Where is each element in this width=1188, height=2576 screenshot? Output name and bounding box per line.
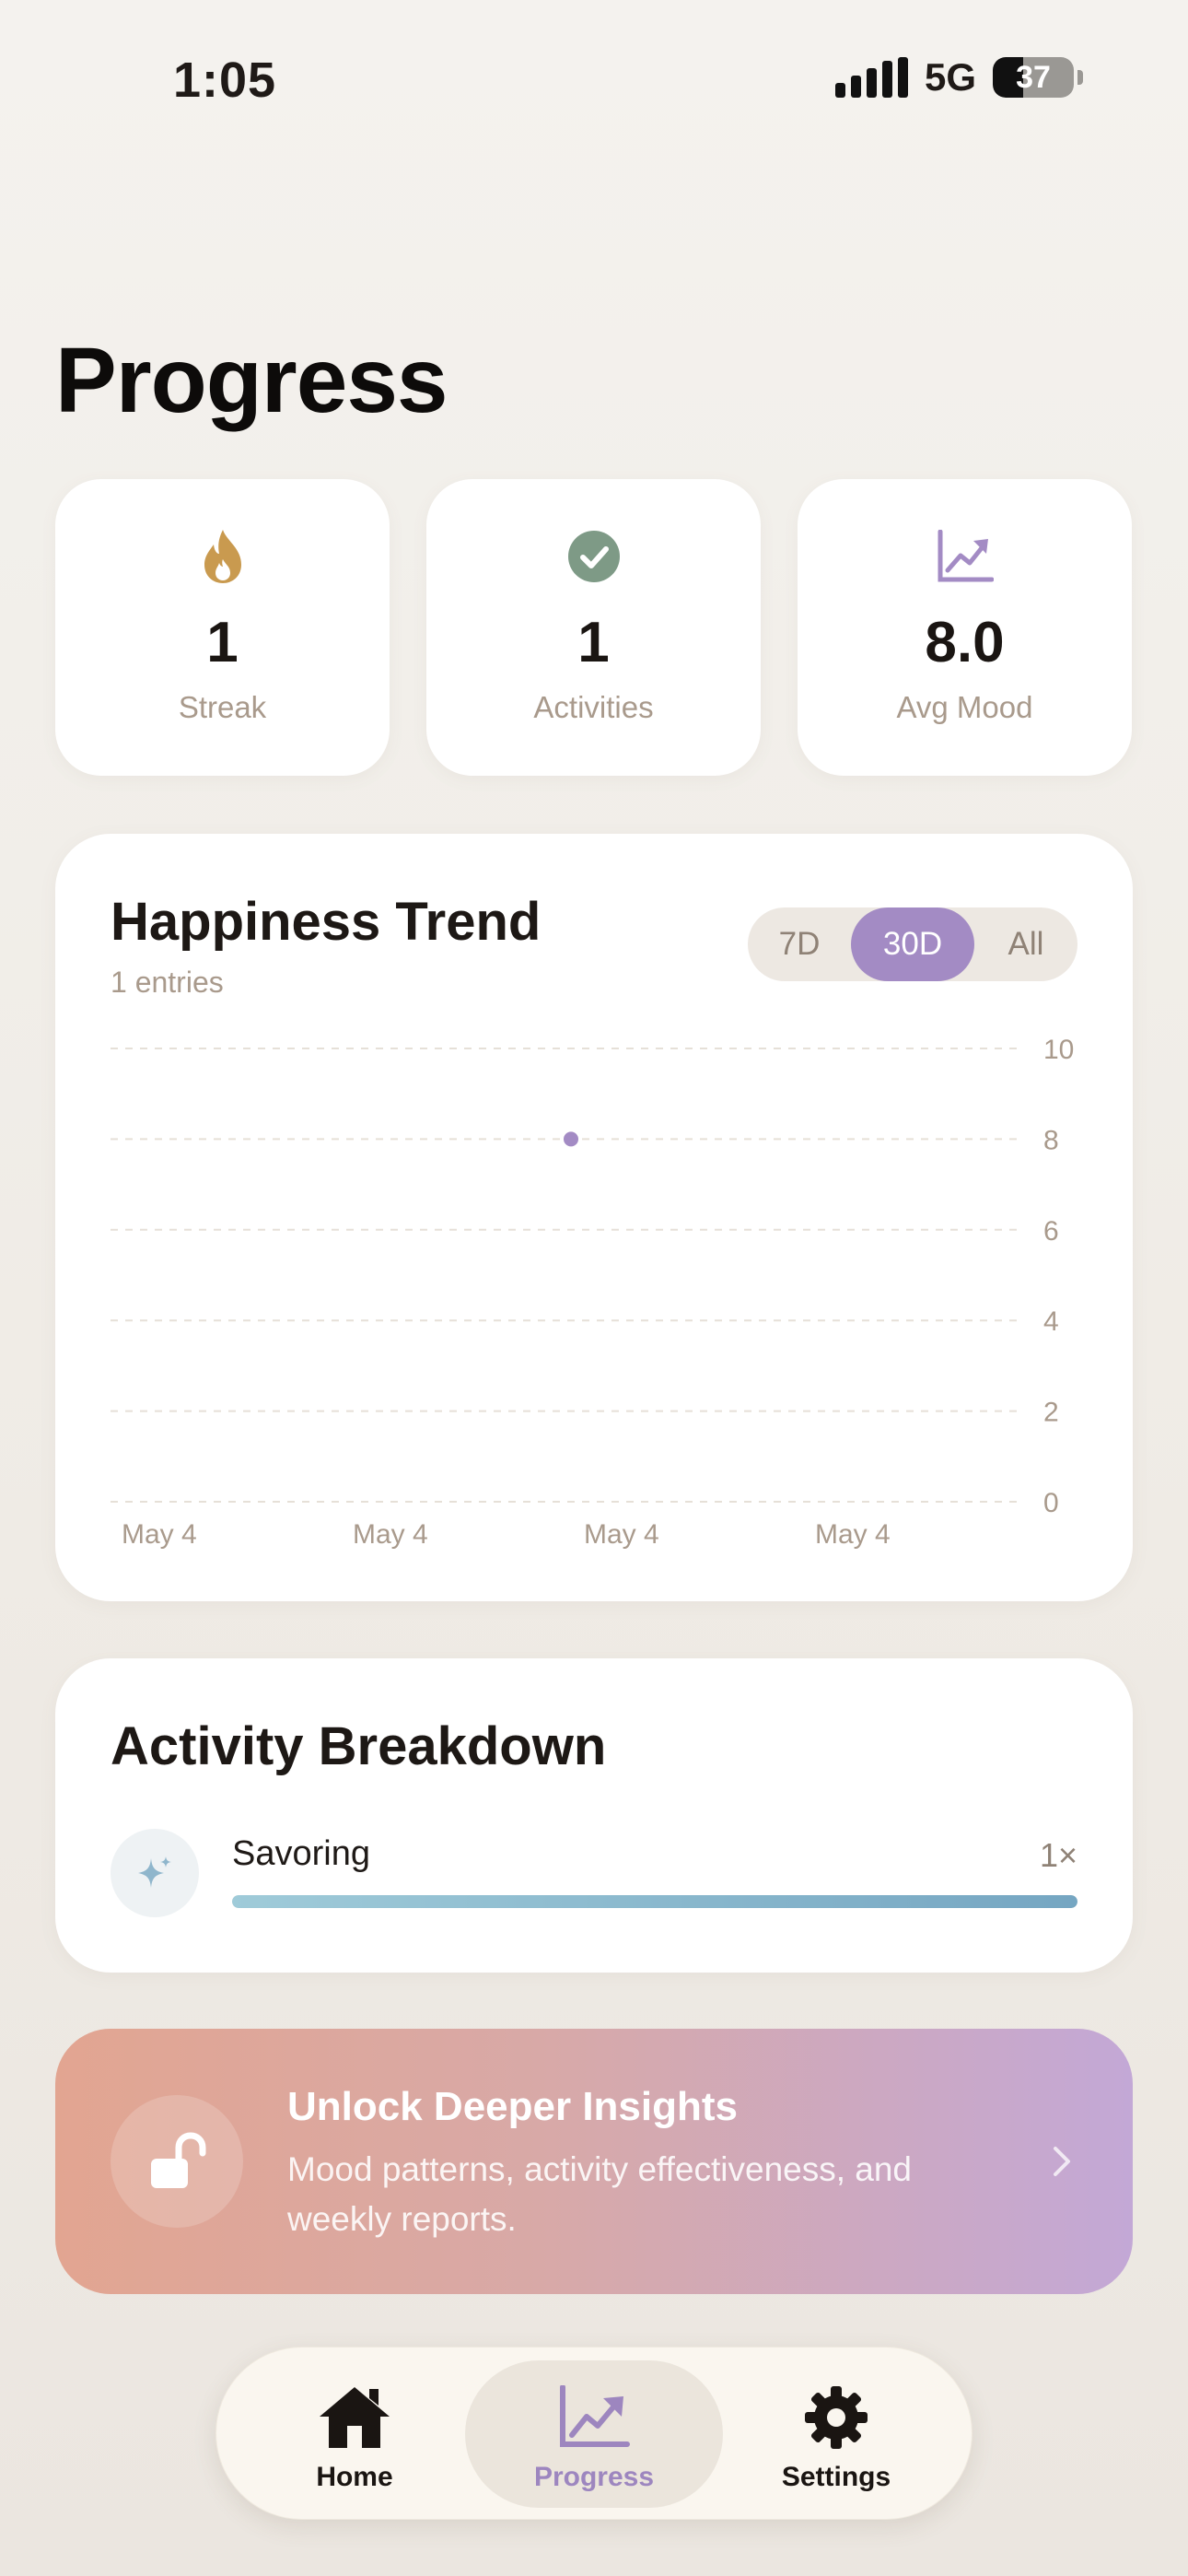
trend-chart-icon — [936, 527, 995, 586]
battery-icon: 37 — [993, 57, 1074, 98]
chevron-right-icon — [1042, 2141, 1079, 2182]
stat-card-activities: 1 Activities — [426, 479, 761, 776]
happiness-trend-card: Happiness Trend 1 entries 7D 30D All 10 8… — [55, 834, 1133, 1601]
activity-count: 1× — [1039, 1836, 1077, 1874]
status-indicators: 5G 37 — [834, 55, 1083, 100]
happiness-trend-chart: 10 8 6 4 2 0 May 4 May 4 May 4 May 4 — [111, 1035, 1074, 1550]
x-tick-label: May 4 — [584, 1519, 659, 1550]
activity-row-savoring: Savoring 1× — [111, 1829, 1077, 1917]
chart-trend-icon — [555, 2383, 633, 2453]
unlock-insights-banner[interactable]: Unlock Deeper Insights Mood patterns, ac… — [55, 2029, 1133, 2294]
tab-progress[interactable]: Progress — [465, 2360, 723, 2508]
promo-title: Unlock Deeper Insights — [287, 2084, 739, 2129]
streak-label: Streak — [178, 690, 267, 724]
y-tick-label: 8 — [1043, 1125, 1059, 1155]
flame-icon — [193, 527, 252, 586]
x-tick-label: May 4 — [815, 1519, 891, 1550]
tab-bar: Home Progress Settings — [215, 2347, 973, 2520]
stats-row: 1 Streak 1 Activities 8.0 Avg Mood — [55, 479, 1133, 776]
y-tick-label: 0 — [1043, 1488, 1059, 1518]
y-tick-label: 6 — [1043, 1216, 1059, 1247]
page-title: Progress — [55, 329, 448, 432]
stat-card-avg-mood: 8.0 Avg Mood — [798, 479, 1132, 776]
x-tick-label: May 4 — [353, 1519, 428, 1550]
activity-breakdown-card: Activity Breakdown Savoring 1× — [55, 1658, 1133, 1973]
status-bar: 1:05 5G 37 — [0, 0, 1188, 157]
battery-percent: 37 — [1016, 59, 1051, 95]
activity-progress-bar — [232, 1895, 1077, 1908]
avg-mood-label: Avg Mood — [896, 690, 1033, 724]
tab-home[interactable]: Home — [272, 2360, 437, 2508]
network-type: 5G — [924, 55, 976, 99]
activity-progress-fill — [232, 1895, 1077, 1908]
activities-label: Activities — [533, 690, 654, 724]
checkmark-circle-icon — [565, 527, 623, 586]
y-tick-label: 10 — [1043, 1035, 1074, 1065]
stat-card-streak: 1 Streak — [55, 479, 390, 776]
activity-name: Savoring — [232, 1834, 370, 1873]
tab-settings[interactable]: Settings — [749, 2360, 924, 2508]
y-tick-label: 4 — [1043, 1306, 1059, 1337]
x-tick-label: May 4 — [122, 1519, 197, 1550]
gear-icon — [798, 2383, 875, 2453]
home-icon — [316, 2383, 393, 2453]
promo-description: Mood patterns, activity effectiveness, a… — [287, 2150, 913, 2238]
status-time: 1:05 — [173, 53, 277, 108]
unlocked-padlock-icon — [111, 2095, 243, 2228]
sparkles-icon — [111, 1829, 199, 1917]
chart-data-point[interactable] — [564, 1131, 578, 1147]
streak-value: 1 — [206, 611, 239, 674]
tab-progress-label: Progress — [533, 2462, 655, 2492]
tab-settings-label: Settings — [781, 2462, 891, 2492]
y-tick-label: 2 — [1043, 1398, 1059, 1428]
activities-value: 1 — [577, 611, 610, 674]
signal-strength-icon — [834, 57, 908, 98]
tab-home-label: Home — [316, 2462, 393, 2492]
avg-mood-value: 8.0 — [925, 611, 1005, 674]
activity-breakdown-title: Activity Breakdown — [111, 1716, 607, 1776]
